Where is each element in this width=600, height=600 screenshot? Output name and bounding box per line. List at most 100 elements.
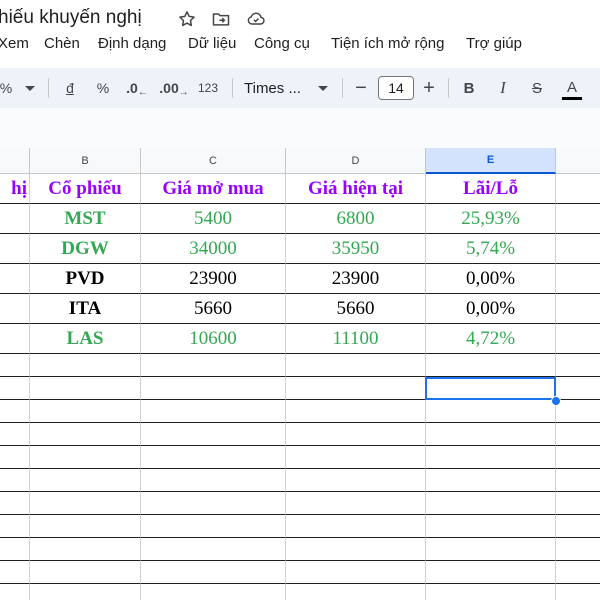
current-price-cell[interactable]: 35950 xyxy=(286,234,426,264)
menu-view[interactable]: Xem xyxy=(0,35,29,52)
table-cell[interactable] xyxy=(30,584,141,600)
move-to-folder-icon[interactable] xyxy=(211,9,231,29)
zoom-dropdown-caret[interactable] xyxy=(22,68,38,108)
ticker-cell[interactable]: ITA xyxy=(30,294,141,324)
table-cell[interactable] xyxy=(0,294,30,324)
table-cell[interactable] xyxy=(30,515,141,538)
strikethrough-button[interactable]: S xyxy=(527,68,547,108)
table-cell[interactable] xyxy=(556,400,600,423)
table-cell[interactable] xyxy=(426,400,556,423)
menu-tools[interactable]: Công cụ xyxy=(254,35,310,52)
column-header-c[interactable]: C xyxy=(141,148,286,174)
profit-loss-cell[interactable]: 4,72% xyxy=(426,324,556,354)
open-price-cell[interactable]: 5660 xyxy=(141,294,286,324)
current-price-cell[interactable]: 5660 xyxy=(286,294,426,324)
table-cell[interactable] xyxy=(0,561,30,584)
table-header-cell[interactable]: Cổ phiếu xyxy=(30,174,141,204)
font-family-caret[interactable] xyxy=(316,68,330,108)
table-cell[interactable] xyxy=(141,400,286,423)
table-cell[interactable] xyxy=(426,469,556,492)
menu-insert[interactable]: Chèn xyxy=(44,35,80,52)
currency-format-button[interactable]: đ xyxy=(60,68,80,108)
ticker-cell[interactable]: LAS xyxy=(30,324,141,354)
table-cell[interactable] xyxy=(426,584,556,600)
table-cell[interactable] xyxy=(556,446,600,469)
profit-loss-cell[interactable]: 0,00% xyxy=(426,294,556,324)
table-cell[interactable] xyxy=(0,400,30,423)
table-cell[interactable] xyxy=(286,584,426,600)
table-cell[interactable] xyxy=(141,538,286,561)
table-cell[interactable] xyxy=(141,354,286,377)
table-cell[interactable] xyxy=(30,446,141,469)
table-cell[interactable] xyxy=(0,204,30,234)
open-price-cell[interactable]: 5400 xyxy=(141,204,286,234)
table-cell[interactable] xyxy=(141,584,286,600)
table-cell[interactable] xyxy=(556,174,600,204)
table-cell[interactable] xyxy=(0,264,30,294)
table-cell[interactable] xyxy=(0,515,30,538)
fill-handle[interactable] xyxy=(551,396,561,406)
table-cell[interactable] xyxy=(30,354,141,377)
profit-loss-cell[interactable]: 0,00% xyxy=(426,264,556,294)
column-header-b[interactable]: B xyxy=(30,148,141,174)
table-cell[interactable] xyxy=(286,446,426,469)
table-cell[interactable] xyxy=(286,515,426,538)
table-cell[interactable] xyxy=(426,515,556,538)
table-cell[interactable] xyxy=(30,400,141,423)
decrease-decimal-button[interactable]: .0 ← xyxy=(124,68,150,108)
table-cell[interactable] xyxy=(286,538,426,561)
table-header-cell[interactable]: Giá hiện tại xyxy=(286,174,426,204)
menu-extensions[interactable]: Tiện ích mở rộng xyxy=(331,35,445,52)
table-cell[interactable] xyxy=(141,469,286,492)
table-cell[interactable] xyxy=(30,492,141,515)
number-format-button[interactable]: 123 xyxy=(194,68,222,108)
table-cell[interactable] xyxy=(0,584,30,600)
table-cell[interactable] xyxy=(0,538,30,561)
table-header-cell[interactable]: Lãi/Lỗ xyxy=(426,174,556,204)
column-header-e[interactable]: E xyxy=(426,148,556,174)
menu-help[interactable]: Trợ giúp xyxy=(466,35,522,52)
table-cell[interactable] xyxy=(556,515,600,538)
table-cell[interactable] xyxy=(141,492,286,515)
document-title[interactable]: hiếu khuyến nghị xyxy=(0,7,142,29)
font-size-input[interactable]: 14 xyxy=(378,76,414,100)
current-price-cell[interactable]: 11100 xyxy=(286,324,426,354)
table-cell[interactable] xyxy=(426,492,556,515)
bold-button[interactable]: B xyxy=(460,68,478,108)
text-color-button[interactable]: A xyxy=(561,68,583,108)
ticker-cell[interactable]: MST xyxy=(30,204,141,234)
table-cell[interactable] xyxy=(286,400,426,423)
column-header-d[interactable]: D xyxy=(286,148,426,174)
profit-loss-cell[interactable]: 5,74% xyxy=(426,234,556,264)
table-cell[interactable] xyxy=(0,446,30,469)
table-cell[interactable] xyxy=(426,538,556,561)
table-cell[interactable] xyxy=(0,354,30,377)
cloud-saved-icon[interactable] xyxy=(246,9,266,29)
table-cell[interactable] xyxy=(30,469,141,492)
table-cell[interactable] xyxy=(141,515,286,538)
italic-button[interactable]: I xyxy=(494,68,512,108)
decrease-font-size-button[interactable]: − xyxy=(352,68,370,108)
column-header-f[interactable] xyxy=(556,148,600,174)
table-cell[interactable] xyxy=(426,354,556,377)
star-icon[interactable] xyxy=(177,9,197,29)
table-cell[interactable] xyxy=(0,492,30,515)
table-cell[interactable] xyxy=(556,354,600,377)
open-price-cell[interactable]: 23900 xyxy=(141,264,286,294)
table-cell[interactable] xyxy=(426,561,556,584)
table-cell[interactable] xyxy=(556,234,600,264)
profit-loss-cell[interactable]: 25,93% xyxy=(426,204,556,234)
table-cell[interactable] xyxy=(30,423,141,446)
selected-cell-e[interactable] xyxy=(426,377,556,400)
table-header-cell[interactable]: hị xyxy=(0,174,30,204)
table-cell[interactable] xyxy=(556,324,600,354)
zoom-percent-label[interactable]: % xyxy=(0,68,14,108)
table-cell[interactable] xyxy=(286,423,426,446)
table-cell[interactable] xyxy=(426,446,556,469)
table-cell[interactable] xyxy=(141,561,286,584)
table-cell[interactable] xyxy=(556,561,600,584)
table-cell[interactable] xyxy=(0,469,30,492)
table-cell[interactable] xyxy=(556,294,600,324)
table-cell[interactable] xyxy=(286,561,426,584)
increase-decimal-button[interactable]: .00 → xyxy=(159,68,188,108)
